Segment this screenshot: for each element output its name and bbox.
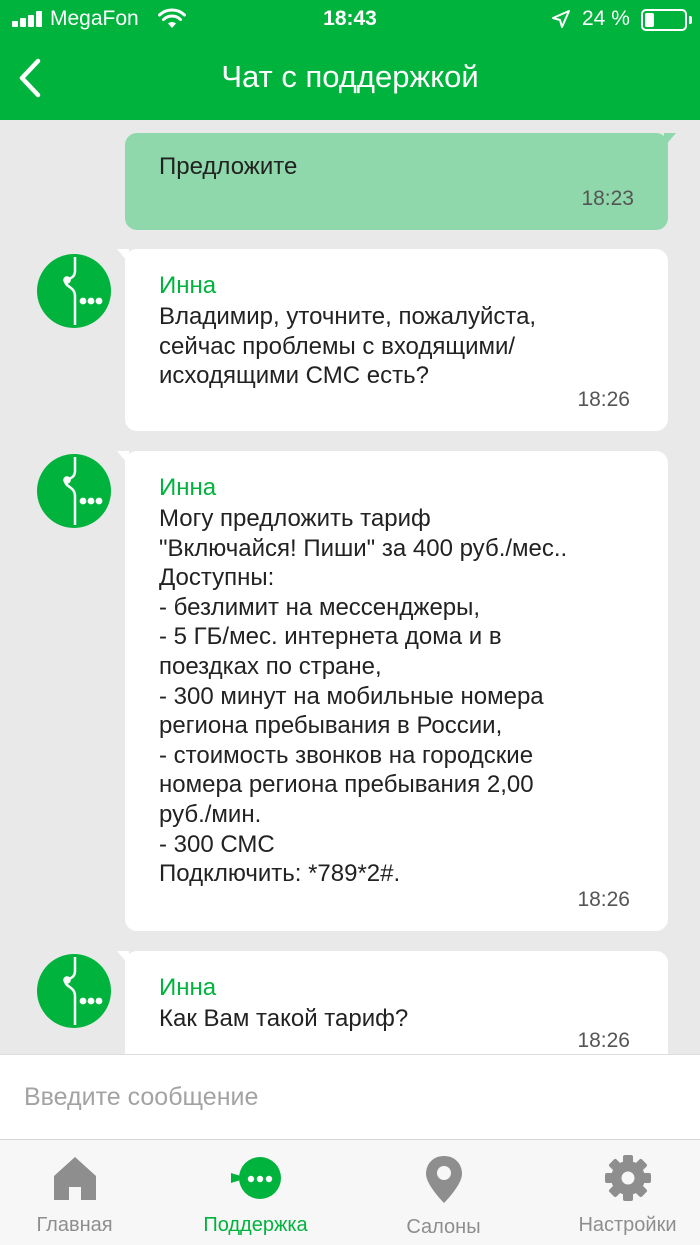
megafon-logo-icon xyxy=(63,957,103,1025)
tab-label: Салоны xyxy=(406,1216,481,1238)
incoming-message: Инна Владимир, уточните, пожалуйста, сей… xyxy=(117,249,668,431)
gear-icon xyxy=(604,1155,651,1201)
status-bar: MegaFon 18:43 24 % xyxy=(0,0,700,40)
message-text: Могу предложить тариф "Включайся! Пиши" … xyxy=(159,505,568,888)
page-title: Чат с поддержкой xyxy=(221,59,479,94)
battery-level xyxy=(645,13,654,27)
top-bar: MegaFon 18:43 24 % Чат с поддержкой xyxy=(0,0,700,120)
tab-home[interactable]: Главная xyxy=(0,1140,162,1245)
home-icon xyxy=(53,1157,96,1200)
message-time: 18:26 xyxy=(577,888,630,911)
incoming-message: Инна Могу предложить тариф "Включайся! П… xyxy=(117,451,668,931)
message-text: Предложите xyxy=(159,153,298,180)
message-composer xyxy=(0,1054,700,1140)
outgoing-message: Предложите 18:23 xyxy=(125,133,676,230)
tab-label: Поддержка xyxy=(203,1214,308,1236)
operator-avatar xyxy=(37,254,111,328)
battery-icon xyxy=(641,9,687,31)
tab-salons[interactable]: Салоны xyxy=(356,1140,531,1245)
incoming-message: Инна Как Вам такой тариф? 18:26 xyxy=(117,951,668,1054)
tab-support[interactable]: Поддержка xyxy=(168,1140,343,1245)
message-time: 18:26 xyxy=(577,388,630,411)
chat-bubble-icon xyxy=(230,1157,281,1199)
message-author: Инна xyxy=(159,974,217,1001)
location-arrow-icon xyxy=(552,10,570,28)
message-author: Инна xyxy=(159,474,217,501)
tab-settings[interactable]: Настройки xyxy=(540,1140,700,1245)
tab-label: Главная xyxy=(36,1214,113,1236)
megafon-logo-icon xyxy=(63,457,103,525)
tab-bar: Главная Поддержка Салоны Настройки xyxy=(0,1140,700,1245)
battery-percent: 24 % xyxy=(582,7,630,30)
tab-label: Настройки xyxy=(578,1214,677,1236)
message-input[interactable] xyxy=(24,1077,674,1117)
megafon-logo-icon xyxy=(63,257,103,325)
message-time: 18:26 xyxy=(577,1029,630,1052)
operator-avatar xyxy=(37,454,111,528)
operator-avatar xyxy=(37,954,111,1028)
message-author: Инна xyxy=(159,272,217,299)
message-text: Владимир, уточните, пожалуйста, сейчас п… xyxy=(159,303,537,390)
chat-messages[interactable]: Предложите 18:23 Инна Владимир, уточните… xyxy=(0,120,700,1054)
message-text: Как Вам такой тариф? xyxy=(159,1005,409,1032)
map-pin-icon xyxy=(425,1156,462,1203)
message-time: 18:23 xyxy=(581,187,634,210)
battery-tip xyxy=(689,16,692,24)
